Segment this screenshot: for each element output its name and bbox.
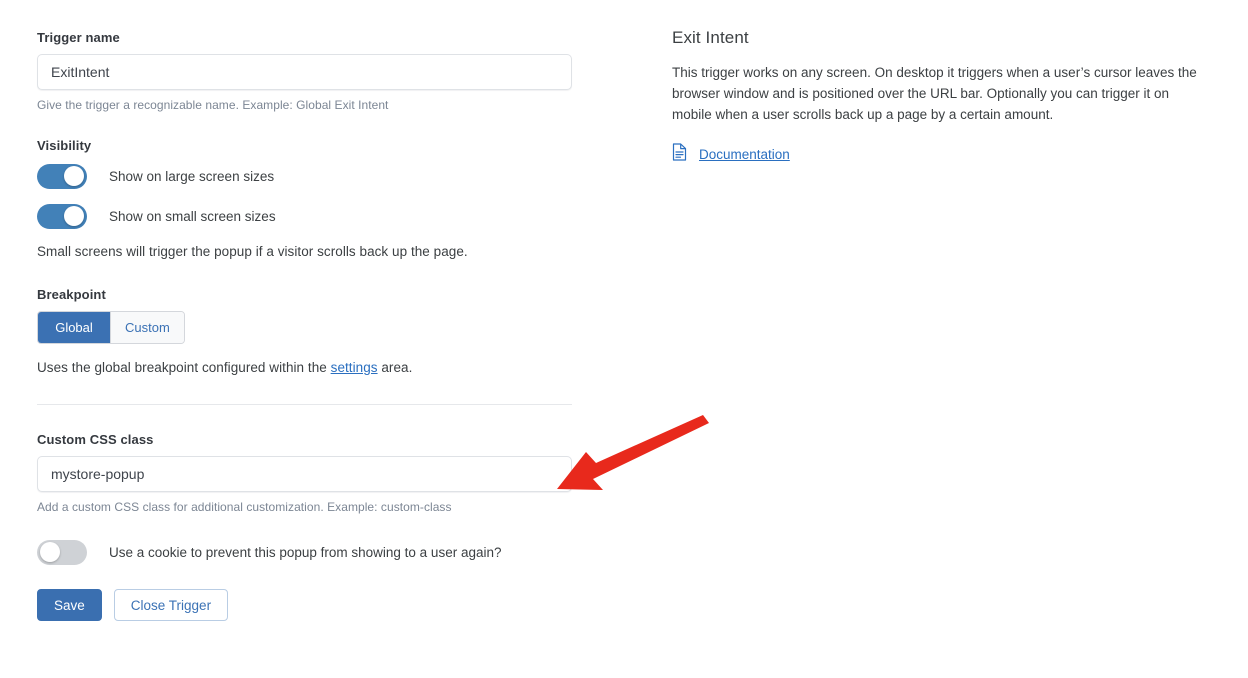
- breakpoint-label: Breakpoint: [37, 287, 106, 302]
- visibility-note: Small screens will trigger the popup if …: [37, 244, 468, 259]
- breakpoint-note-suffix: area.: [377, 360, 413, 375]
- info-panel: Exit Intent This trigger works on any sc…: [672, 28, 1212, 166]
- trigger-settings-page: Trigger name Give the trigger a recogniz…: [0, 0, 1248, 678]
- custom-css-class-label: Custom CSS class: [37, 432, 154, 447]
- trigger-name-label: Trigger name: [37, 30, 120, 45]
- breakpoint-note: Uses the global breakpoint configured wi…: [37, 360, 572, 375]
- breakpoint-group: Breakpoint Global Custom Uses the global…: [37, 287, 572, 375]
- toggle-label-large-screens: Show on large screen sizes: [109, 168, 275, 184]
- trigger-name-field-group: Trigger name Give the trigger a recogniz…: [37, 30, 572, 112]
- custom-css-class-helper-text: Add a custom CSS class for additional cu…: [37, 500, 452, 514]
- breakpoint-segmented-control: Global Custom: [37, 311, 185, 344]
- cookie-toggle-label: Use a cookie to prevent this popup from …: [109, 544, 502, 560]
- close-trigger-button[interactable]: Close Trigger: [113, 589, 229, 621]
- save-button[interactable]: Save: [37, 589, 102, 621]
- visibility-group: Visibility Show on large screen sizes Sh…: [37, 138, 572, 259]
- trigger-settings-form: Trigger name Give the trigger a recogniz…: [37, 30, 572, 621]
- toggle-show-on-large-screens[interactable]: [37, 163, 87, 189]
- form-actions: Save Close Trigger: [37, 589, 572, 621]
- toggle-knob: [64, 206, 84, 226]
- trigger-name-input[interactable]: [37, 54, 572, 90]
- custom-css-class-input[interactable]: [37, 456, 572, 492]
- breakpoint-option-custom[interactable]: Custom: [110, 312, 184, 343]
- visibility-label: Visibility: [37, 138, 92, 153]
- documentation-link[interactable]: Documentation: [699, 147, 790, 162]
- toggle-knob: [40, 542, 60, 562]
- document-icon: [672, 143, 687, 166]
- documentation-row[interactable]: Documentation: [672, 143, 1212, 166]
- info-panel-title: Exit Intent: [672, 28, 749, 47]
- toggle-label-small-screens: Show on small screen sizes: [109, 208, 276, 224]
- section-divider: [37, 404, 572, 405]
- settings-link[interactable]: settings: [331, 360, 378, 375]
- toggle-show-on-small-screens[interactable]: [37, 203, 87, 229]
- info-panel-description: This trigger works on any screen. On des…: [672, 65, 1197, 122]
- custom-css-class-group: Custom CSS class Add a custom CSS class …: [37, 432, 572, 514]
- toggle-knob: [64, 166, 84, 186]
- toggle-use-cookie[interactable]: [37, 539, 87, 565]
- breakpoint-note-prefix: Uses the global breakpoint configured wi…: [37, 360, 331, 375]
- breakpoint-option-global[interactable]: Global: [38, 312, 110, 343]
- toggle-row-small-screens: Show on small screen sizes: [37, 202, 572, 230]
- cookie-toggle-row: Use a cookie to prevent this popup from …: [37, 538, 572, 566]
- toggle-row-large-screens: Show on large screen sizes: [37, 162, 572, 190]
- trigger-name-helper-text: Give the trigger a recognizable name. Ex…: [37, 98, 389, 112]
